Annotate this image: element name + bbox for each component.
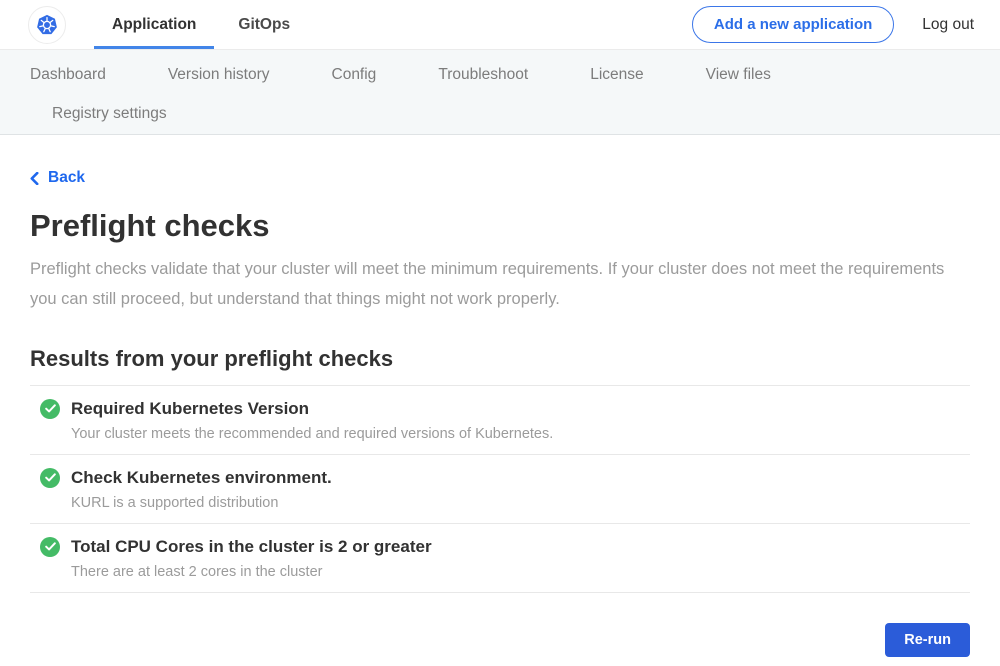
check-item-kubernetes-environment: Check Kubernetes environment. KURL is a … [30, 455, 970, 524]
subnav-row-1: Dashboard Version history Config Trouble… [30, 66, 1000, 84]
footer-actions: Re-run [30, 623, 970, 657]
check-circle-icon [40, 468, 60, 488]
subnav-item-config[interactable]: Config [332, 66, 377, 84]
main-content: Back Preflight checks Preflight checks v… [0, 135, 1000, 657]
check-title: Required Kubernetes Version [71, 399, 309, 419]
subnav-item-troubleshoot[interactable]: Troubleshoot [438, 66, 528, 84]
check-detail: KURL is a supported distribution [71, 495, 970, 511]
check-item-head: Total CPU Cores in the cluster is 2 or g… [40, 537, 970, 557]
check-circle-icon [40, 537, 60, 557]
page-title: Preflight checks [30, 208, 970, 244]
check-detail: Your cluster meets the recommended and r… [71, 426, 970, 442]
check-item-cpu-cores: Total CPU Cores in the cluster is 2 or g… [30, 524, 970, 593]
tab-application[interactable]: Application [108, 0, 200, 49]
add-application-button[interactable]: Add a new application [692, 6, 894, 43]
results-heading: Results from your preflight checks [30, 346, 970, 372]
subnav-item-license[interactable]: License [590, 66, 643, 84]
app-logo[interactable] [28, 0, 66, 49]
kubernetes-logo-icon [28, 6, 66, 44]
check-title: Total CPU Cores in the cluster is 2 or g… [71, 537, 432, 557]
navbar-right-group: Add a new application Log out [692, 0, 974, 49]
tab-gitops[interactable]: GitOps [234, 0, 294, 49]
check-title: Check Kubernetes environment. [71, 468, 332, 488]
check-circle-icon [40, 399, 60, 419]
page-description: Preflight checks validate that your clus… [30, 254, 965, 314]
check-detail: There are at least 2 cores in the cluste… [71, 564, 970, 580]
tab-application-label: Application [112, 16, 196, 34]
preflight-checks-list: Required Kubernetes Version Your cluster… [30, 385, 970, 593]
subnav-item-registry-settings[interactable]: Registry settings [52, 105, 167, 123]
rerun-button[interactable]: Re-run [885, 623, 970, 657]
check-item-kubernetes-version: Required Kubernetes Version Your cluster… [30, 386, 970, 455]
app-subnav: Dashboard Version history Config Trouble… [0, 50, 1000, 135]
logout-link[interactable]: Log out [922, 16, 974, 34]
check-item-head: Required Kubernetes Version [40, 399, 970, 419]
tab-gitops-label: GitOps [238, 16, 290, 34]
back-link[interactable]: Back [30, 169, 85, 187]
subnav-item-view-files[interactable]: View files [706, 66, 771, 84]
back-link-label: Back [48, 169, 85, 187]
chevron-left-icon [30, 172, 39, 185]
check-item-head: Check Kubernetes environment. [40, 468, 970, 488]
subnav-item-version-history[interactable]: Version history [168, 66, 270, 84]
subnav-item-dashboard[interactable]: Dashboard [30, 66, 106, 84]
subnav-row-2: Registry settings [30, 105, 1000, 123]
top-navbar: Application GitOps Add a new application… [0, 0, 1000, 50]
